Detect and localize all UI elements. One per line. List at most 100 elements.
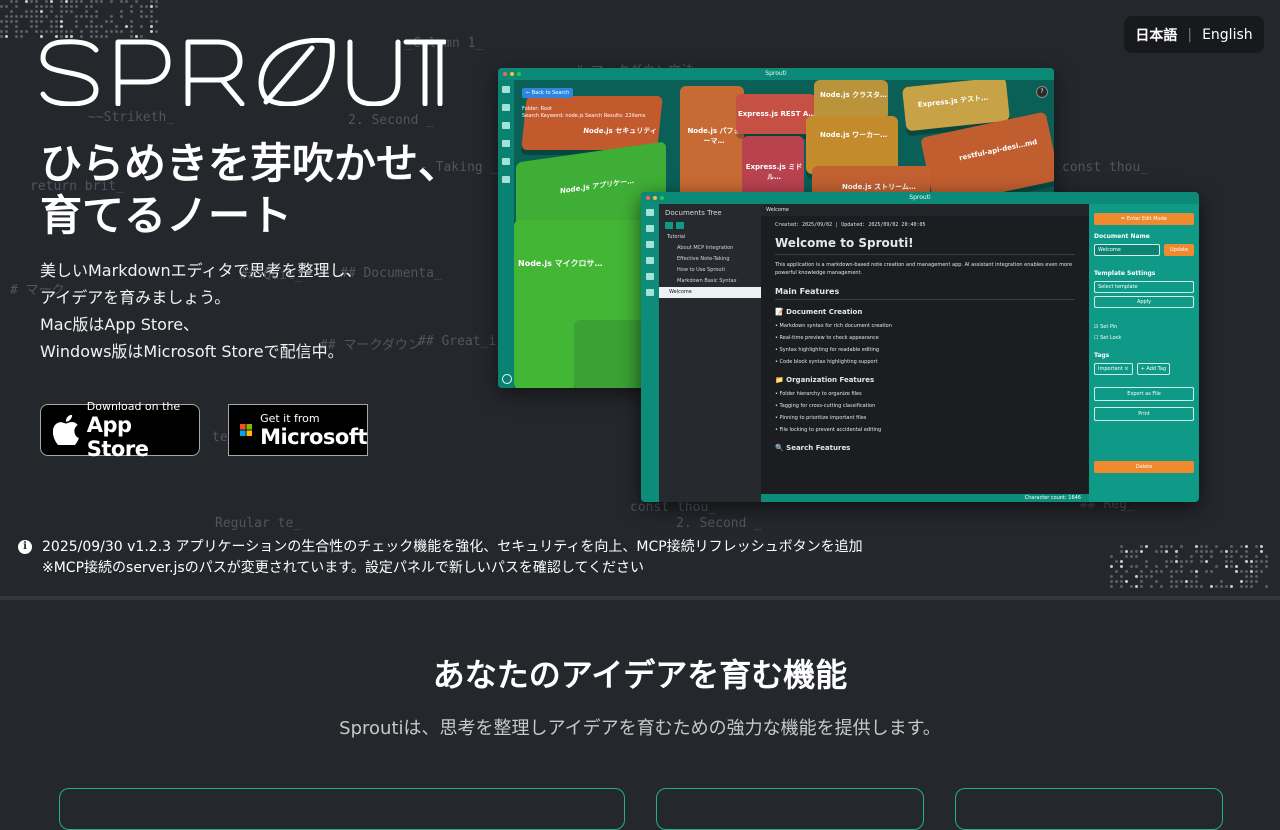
dot <box>1165 565 1168 568</box>
export-button[interactable]: Export as File <box>1094 387 1194 401</box>
dot <box>1255 545 1258 548</box>
template-select[interactable]: Select template <box>1094 281 1194 293</box>
dot <box>1260 545 1263 548</box>
dot <box>1120 545 1123 548</box>
dot <box>30 15 33 18</box>
dot <box>1205 560 1208 563</box>
dot <box>15 30 18 33</box>
tree-item[interactable]: Effective Note-Taking <box>659 254 761 265</box>
doc-name-input[interactable]: Welcome <box>1094 244 1160 256</box>
tree-item-selected[interactable]: Welcome <box>659 287 761 298</box>
bg-code-text: Regular te_ <box>215 516 302 531</box>
dot <box>35 25 38 28</box>
dot <box>10 20 13 23</box>
dot <box>1255 565 1258 568</box>
apple-icon <box>53 415 79 445</box>
add-tag-button[interactable]: + Add Tag <box>1136 363 1171 375</box>
dot <box>125 0 128 3</box>
dot <box>1190 560 1193 563</box>
dot <box>130 25 133 28</box>
dot <box>0 35 3 38</box>
org-features-heading: 📁 Organization Features <box>775 376 875 384</box>
dot <box>1120 585 1123 588</box>
dot <box>1235 570 1238 573</box>
document-intro: This application is a markdown-based not… <box>775 262 1073 276</box>
dot <box>1170 585 1173 588</box>
dot <box>1110 585 1113 588</box>
hero-description: 美しいMarkdownエディタで思考を整理し、 アイデアを育みましょう。 Mac… <box>40 257 480 365</box>
dot <box>1115 580 1118 583</box>
sprouti-logo <box>40 37 447 110</box>
template-label: Template Settings <box>1094 270 1156 277</box>
tree-folder[interactable]: Tutorial <box>659 232 761 243</box>
tag-icon <box>646 257 654 264</box>
back-to-search-button[interactable]: ← Back to Search <box>522 88 574 98</box>
set-lock-checkbox[interactable]: ☐ Set Lock <box>1094 333 1194 344</box>
edit-mode-button[interactable]: ✏ Enter Edit Mode <box>1094 213 1194 225</box>
dot <box>1140 550 1143 553</box>
document-meta: Created: 2025/09/02 | Updated: 2025/09/0… <box>775 222 926 228</box>
tag-chip[interactable]: Important × <box>1094 363 1133 375</box>
dot <box>70 0 73 3</box>
dot <box>1240 580 1243 583</box>
tree-icon <box>502 86 510 93</box>
tagline-line: ひらめきを芽吹かせ、 <box>40 139 461 188</box>
dot <box>1150 570 1153 573</box>
dot <box>80 30 83 33</box>
dot <box>1180 545 1183 548</box>
dot <box>1215 585 1218 588</box>
dot <box>60 30 63 33</box>
update-button[interactable]: Update <box>1164 244 1194 256</box>
folder-icon <box>646 225 654 232</box>
dot <box>40 10 43 13</box>
folder-icon <box>502 104 510 111</box>
dot <box>1140 575 1143 578</box>
dot <box>5 20 8 23</box>
dot <box>35 20 38 23</box>
apply-button[interactable]: Apply <box>1094 296 1194 308</box>
dot <box>1175 550 1178 553</box>
dot <box>1185 580 1188 583</box>
tree-item[interactable]: About MCP Integration <box>659 243 761 254</box>
tree-title: Documents Tree <box>665 209 722 217</box>
search-features-heading: 🔍 Search Features <box>775 444 851 452</box>
help-button[interactable]: ? <box>1036 86 1048 98</box>
tree-item[interactable]: Markdown Basic Syntax <box>659 276 761 287</box>
language-english[interactable]: English <box>1202 27 1253 43</box>
dot <box>1245 575 1248 578</box>
language-japanese[interactable]: 日本語 <box>1135 25 1177 45</box>
dot <box>1170 580 1173 583</box>
microsoft-store-badge[interactable]: Get it from Microsoft <box>228 404 368 456</box>
dot <box>1210 555 1213 558</box>
screenshot-editor: Sprouti Documents Tree Tutorial About MC… <box>641 192 1199 502</box>
list-item: • Real-time preview to check appearance <box>775 335 879 341</box>
dot <box>1145 560 1148 563</box>
dot <box>35 0 38 3</box>
delete-button[interactable]: Delete <box>1094 461 1194 473</box>
dot <box>1195 545 1198 548</box>
dot <box>1175 555 1178 558</box>
dot <box>150 0 153 3</box>
document-tab[interactable]: Welcome <box>761 204 1089 216</box>
dot <box>1190 585 1193 588</box>
dot <box>150 30 153 33</box>
chat-icon <box>646 289 654 296</box>
dot <box>75 20 78 23</box>
dot <box>1250 585 1253 588</box>
dot <box>60 15 63 18</box>
dot <box>1260 570 1263 573</box>
dot <box>30 20 33 23</box>
dot <box>5 35 8 38</box>
dot <box>1150 575 1153 578</box>
dot <box>90 0 93 3</box>
dot <box>1200 560 1203 563</box>
dot <box>20 30 23 33</box>
dot <box>55 20 58 23</box>
dot <box>1195 550 1198 553</box>
tree-item[interactable]: How to Use Sprouti <box>659 265 761 276</box>
print-button[interactable]: Print <box>1094 407 1194 421</box>
dot <box>1205 570 1208 573</box>
set-pin-checkbox[interactable]: ☑ Set Pin <box>1094 322 1194 333</box>
dot <box>1140 580 1143 583</box>
app-store-badge[interactable]: Download on the App Store <box>40 400 200 461</box>
